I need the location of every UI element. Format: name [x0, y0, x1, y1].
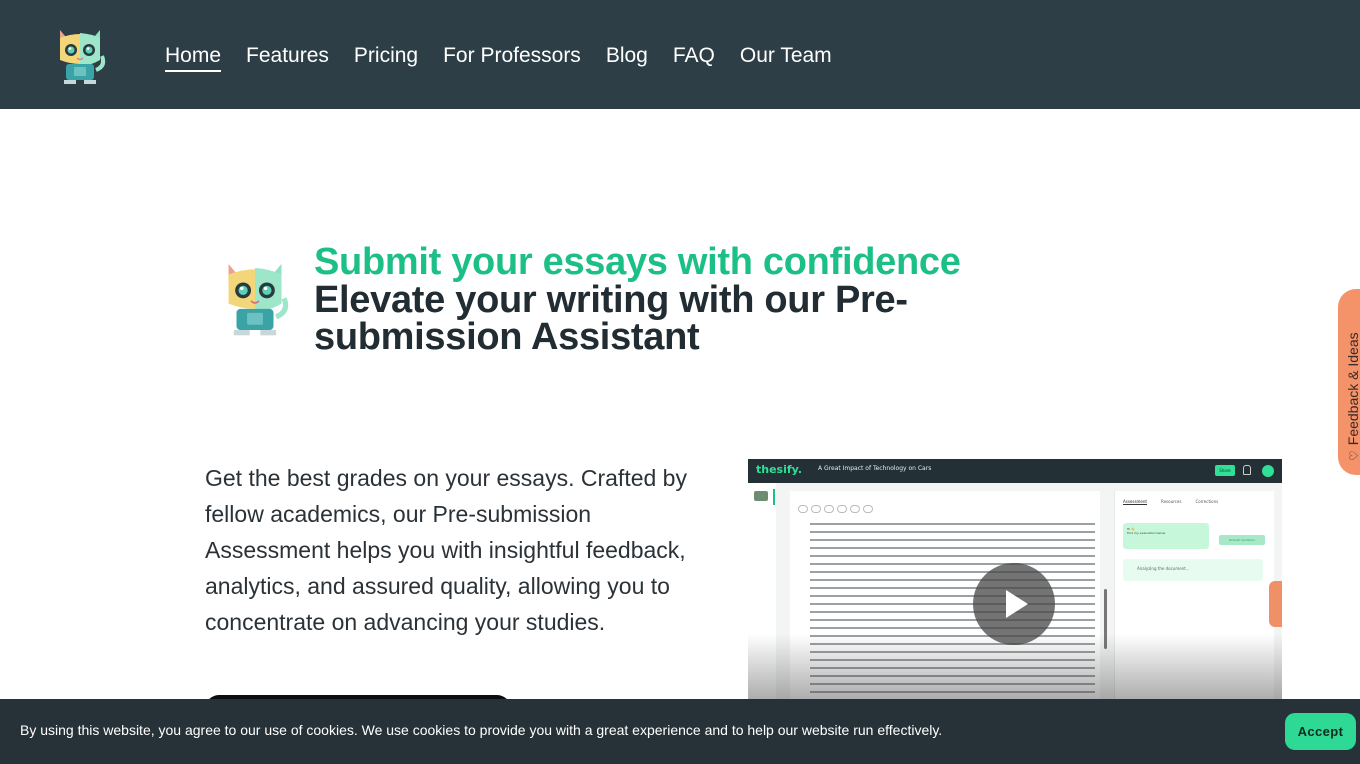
assistant-text: Find my evaluation below — [1127, 531, 1166, 535]
video-share-button: Share — [1215, 465, 1235, 476]
format-chips — [798, 505, 873, 513]
nav-link-home[interactable]: Home — [165, 42, 222, 72]
hero-titles: Submit your essays with confidence Eleva… — [314, 242, 1014, 356]
sidebar-indicator — [773, 489, 775, 505]
nav-link-our-team[interactable]: Our Team — [740, 42, 832, 72]
format-chip — [798, 505, 808, 513]
nav-link-for-professors[interactable]: For Professors — [443, 42, 581, 72]
panel-tab-corrections: Corrections — [1195, 499, 1219, 504]
avatar — [1262, 465, 1274, 477]
feedback-ideas-text: Feedback & Ideas — [1345, 332, 1360, 446]
nav-link-pricing[interactable]: Pricing — [354, 42, 418, 72]
cookie-text: By using this website, you agree to our … — [20, 722, 943, 738]
hero-description: Get the best grades on your essays. Craf… — [205, 465, 687, 635]
video-app-topbar: thesify. A Great Impact of Technology on… — [748, 459, 1282, 483]
play-icon[interactable] — [973, 563, 1055, 645]
panel-tab-resources: Resources — [1161, 499, 1182, 504]
top-navigation: Home Features Pricing For Professors Blo… — [0, 0, 1360, 109]
cat-robot-logo-icon[interactable] — [52, 24, 108, 86]
bell-icon — [1243, 465, 1251, 475]
refresh-feedback-button: Refresh feedback — [1219, 535, 1265, 545]
hero-title-green: Submit your essays with confidence — [314, 241, 961, 283]
nav-link-blog[interactable]: Blog — [606, 42, 648, 72]
hero-title-dark: Elevate your writing with our Pre-submis… — [314, 279, 908, 358]
format-chip — [863, 505, 873, 513]
video-feedback-tab — [1269, 581, 1282, 627]
demo-video[interactable]: thesify. A Great Impact of Technology on… — [748, 459, 1282, 719]
cat-robot-mascot-icon — [228, 263, 289, 336]
nav-link-features[interactable]: Features — [246, 42, 329, 72]
analyzing-status: Analyzing the document... — [1123, 559, 1263, 581]
feedback-ideas-label: ♡ Feedback & Ideas — [1344, 332, 1360, 461]
video-app-brand: thesify. — [756, 463, 802, 476]
format-chip — [837, 505, 847, 513]
feedback-ideas-tab[interactable]: ♡ Feedback & Ideas — [1338, 289, 1360, 475]
mascot-icon — [754, 491, 768, 501]
format-chip — [811, 505, 821, 513]
cookie-banner: By using this website, you agree to our … — [0, 699, 1360, 764]
assistant-message: Hi 👋 Find my evaluation below — [1123, 523, 1209, 549]
panel-tabs: Assessment Resources Corrections — [1123, 499, 1218, 505]
nav-links: Home Features Pricing For Professors Blo… — [165, 42, 832, 72]
panel-tab-assessment: Assessment — [1123, 499, 1147, 505]
format-chip — [824, 505, 834, 513]
video-doc-title: A Great Impact of Technology on Cars — [818, 465, 932, 472]
nav-link-faq[interactable]: FAQ — [673, 42, 715, 72]
accept-cookies-button[interactable]: Accept — [1285, 713, 1356, 750]
heart-chat-icon: ♡ — [1347, 450, 1360, 461]
format-chip — [850, 505, 860, 513]
